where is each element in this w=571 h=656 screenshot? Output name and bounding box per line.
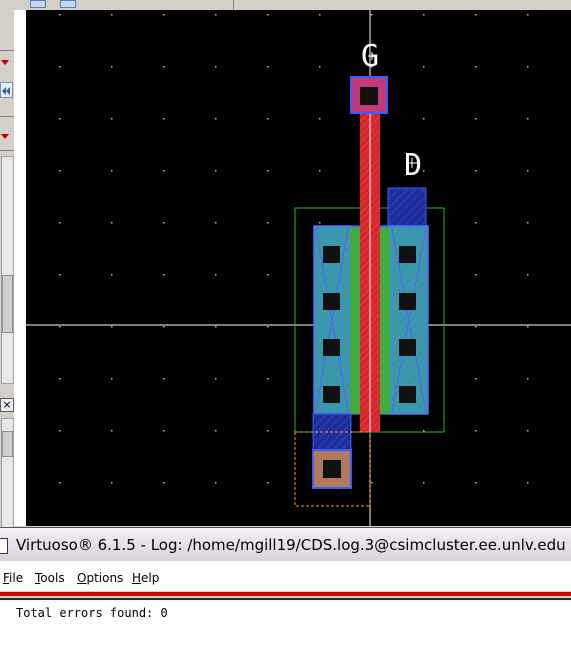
active-band-right: [380, 228, 390, 414]
panel-scrollbar[interactable]: [1, 156, 14, 384]
gate-contact[interactable]: [360, 87, 378, 105]
chevron-down-icon[interactable]: [1, 134, 9, 139]
left-dock-panel: ×: [0, 10, 15, 528]
toolbar-divider: [233, 0, 234, 10]
active-band-left: [350, 228, 361, 414]
source-metal-extension-hatch: [313, 414, 351, 454]
panel-divider: [0, 150, 14, 151]
drain-contact[interactable]: [399, 386, 416, 403]
menu-tools-label: ools: [40, 571, 65, 585]
menu-options-label: ptions: [86, 571, 124, 585]
source-contact[interactable]: [323, 339, 340, 356]
source-contact[interactable]: [323, 246, 340, 263]
panel-divider: [0, 50, 14, 51]
drain-contact[interactable]: [399, 339, 416, 356]
menu-options[interactable]: Options: [77, 571, 123, 585]
pin-label-drain[interactable]: D: [404, 148, 422, 183]
scrollbar-thumb[interactable]: [2, 431, 13, 457]
drain-contact[interactable]: [399, 293, 416, 310]
source-contact[interactable]: [323, 293, 340, 310]
panel-scrollbar[interactable]: [1, 418, 14, 528]
log-window-titlebar[interactable]: Virtuoso® 6.1.5 - Log: /home/mgill19/CDS…: [0, 527, 571, 561]
panel-divider: [0, 116, 14, 117]
scrollbar-thumb[interactable]: [2, 275, 13, 333]
toolbar-button[interactable]: [60, 0, 76, 8]
drain-contact[interactable]: [399, 246, 416, 263]
layout-canvas[interactable]: G D: [26, 10, 571, 526]
toolbar-button[interactable]: [30, 0, 46, 8]
chevron-down-icon[interactable]: [1, 60, 9, 65]
grid-dots: [26, 10, 571, 526]
layout-drawing[interactable]: G D: [26, 10, 571, 526]
source-contact[interactable]: [323, 386, 340, 403]
log-output[interactable]: Total errors found: 0: [0, 598, 571, 656]
log-line: Total errors found: 0: [16, 606, 168, 620]
menu-bar: File Tools Options Help: [0, 561, 571, 591]
menu-tools[interactable]: Tools: [35, 571, 65, 585]
menu-help-label: elp: [141, 571, 160, 585]
substrate-contact[interactable]: [323, 460, 341, 478]
rewind-icon[interactable]: [0, 82, 13, 98]
window-title: Virtuoso® 6.1.5 - Log: /home/mgill19/CDS…: [16, 536, 566, 554]
menu-help-mnemonic: H: [132, 571, 142, 585]
log-separator: [0, 592, 571, 596]
close-icon[interactable]: ×: [0, 398, 14, 412]
menu-file-label: ile: [9, 571, 24, 585]
menu-file[interactable]: File: [3, 571, 23, 585]
menu-help[interactable]: Help: [132, 571, 159, 585]
window-icon[interactable]: [0, 538, 8, 554]
